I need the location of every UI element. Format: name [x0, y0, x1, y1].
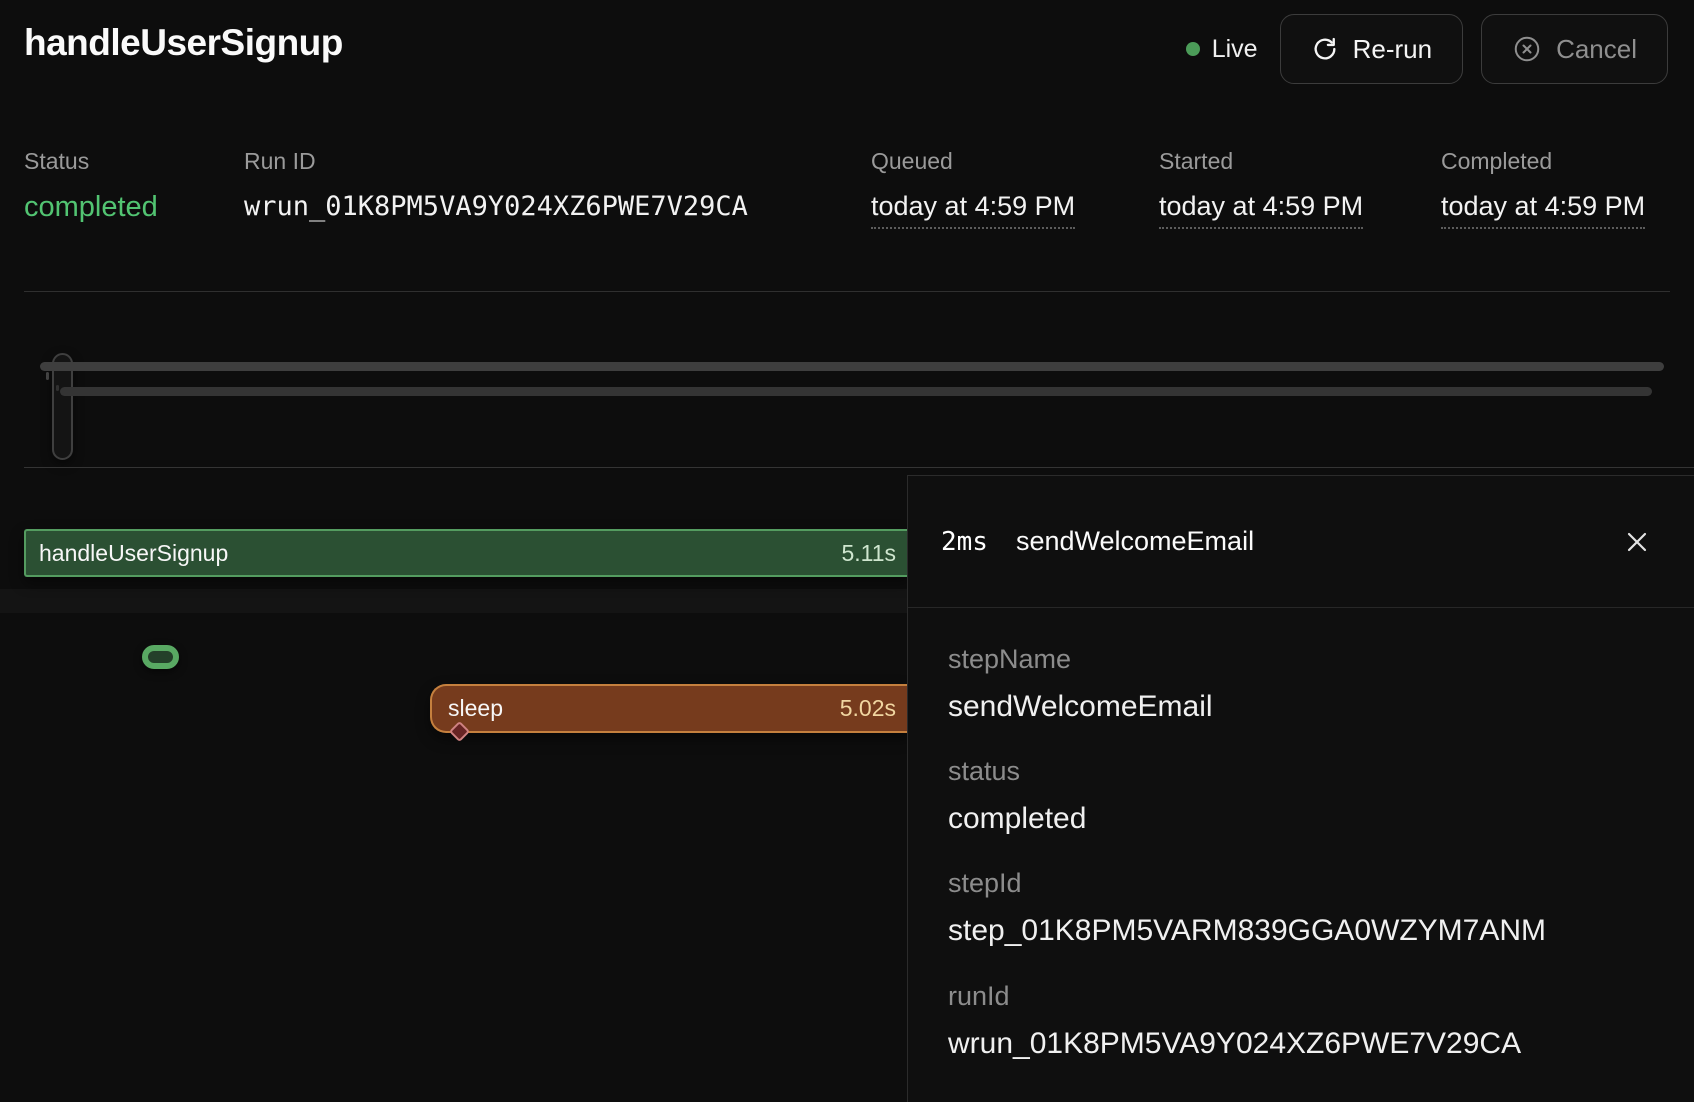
gantt-bar-sleep[interactable]: sleep 5.02s	[430, 684, 910, 733]
step-field-stepid: stepId step_01K8PM5VARM839GGA0WZYM7ANM	[948, 868, 1664, 948]
step-field-status-value: completed	[948, 802, 1664, 836]
step-field-runid: runId wrun_01K8PM5VA9Y024XZ6PWE7V29CA	[948, 981, 1664, 1061]
page-title: handleUserSignup	[24, 22, 343, 64]
gantt-bar-workflow-duration: 5.11s	[841, 540, 896, 567]
meta-status-value: completed	[24, 191, 158, 224]
rerun-button[interactable]: Re-run	[1280, 14, 1463, 84]
minimap-bar-workflow	[40, 362, 1664, 371]
step-duration: 2ms	[941, 527, 988, 557]
step-detail-header: 2ms sendWelcomeEmail	[908, 476, 1694, 608]
step-field-stepid-value: step_01K8PM5VARM839GGA0WZYM7ANM	[948, 914, 1664, 948]
meta-run-id: Run ID wrun_01K8PM5VA9Y024XZ6PWE7V29CA	[244, 148, 748, 222]
live-dot-icon	[1186, 42, 1200, 56]
meta-completed-label: Completed	[1441, 148, 1645, 175]
step-field-status: status completed	[948, 756, 1664, 836]
refresh-icon	[1311, 35, 1339, 63]
step-detail-body: stepName sendWelcomeEmail status complet…	[948, 608, 1664, 1102]
step-detail-panel: 2ms sendWelcomeEmail stepName sendWelcom…	[907, 475, 1694, 1102]
live-label: Live	[1212, 35, 1258, 64]
live-indicator: Live	[1186, 35, 1258, 64]
minimap-bar-sleep	[60, 387, 1652, 396]
step-field-stepname-value: sendWelcomeEmail	[948, 690, 1664, 724]
meta-queued-label: Queued	[871, 148, 1075, 175]
header-actions: Live Re-run Cancel	[1186, 14, 1668, 84]
rerun-button-label: Re-run	[1353, 34, 1432, 65]
meta-completed-value[interactable]: today at 4:59 PM	[1441, 191, 1645, 229]
meta-divider	[24, 291, 1670, 292]
gantt-bar-sleep-label: sleep	[448, 695, 503, 722]
meta-run-id-label: Run ID	[244, 148, 748, 175]
meta-status-label: Status	[24, 148, 158, 175]
gantt-bar-workflow[interactable]: handleUserSignup 5.11s	[24, 529, 910, 577]
meta-status: Status completed	[24, 148, 158, 224]
meta-queued-value[interactable]: today at 4:59 PM	[871, 191, 1075, 229]
timeline-minimap	[0, 330, 1694, 467]
step-field-runid-value: wrun_01K8PM5VA9Y024XZ6PWE7V29CA	[948, 1027, 1664, 1061]
step-field-runid-label: runId	[948, 981, 1664, 1012]
meta-completed: Completed today at 4:59 PM	[1441, 148, 1645, 229]
step-field-stepname-label: stepName	[948, 644, 1664, 675]
step-field-status-label: status	[948, 756, 1664, 787]
gantt-bar-sleep-duration: 5.02s	[840, 695, 896, 722]
circle-x-icon	[1512, 34, 1542, 64]
meta-started-value[interactable]: today at 4:59 PM	[1159, 191, 1363, 229]
close-icon[interactable]	[1622, 527, 1652, 557]
step-field-stepid-label: stepId	[948, 868, 1664, 899]
minimap-tick	[46, 372, 49, 380]
step-field-stepname: stepName sendWelcomeEmail	[948, 644, 1664, 724]
cancel-button[interactable]: Cancel	[1481, 14, 1668, 84]
meta-queued: Queued today at 4:59 PM	[871, 148, 1075, 229]
meta-started-label: Started	[1159, 148, 1363, 175]
gantt-row-stripe	[0, 589, 907, 613]
step-title: sendWelcomeEmail	[1016, 526, 1622, 557]
meta-run-id-value: wrun_01K8PM5VA9Y024XZ6PWE7V29CA	[244, 191, 748, 222]
meta-started: Started today at 4:59 PM	[1159, 148, 1363, 229]
gantt-bar-workflow-label: handleUserSignup	[39, 540, 228, 567]
cancel-button-label: Cancel	[1556, 34, 1637, 65]
gantt-bar-sendwelcomeemail-pill[interactable]	[142, 645, 179, 669]
